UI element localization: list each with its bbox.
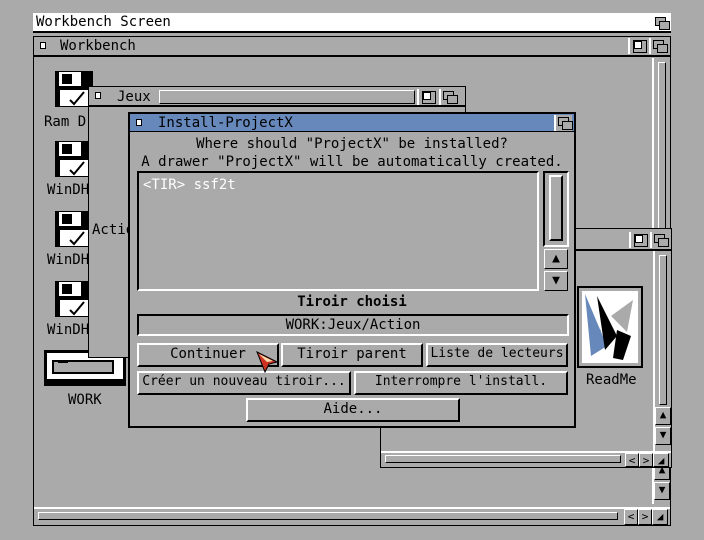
icon-label: WinDH bbox=[47, 252, 90, 268]
zoom-gadget[interactable] bbox=[417, 89, 436, 105]
install-dialog: Install-ProjectX Where should "ProjectX"… bbox=[128, 112, 576, 428]
scroll-down-arrow-icon[interactable]: ▼ bbox=[655, 427, 671, 445]
icon-label: WinDH bbox=[47, 322, 90, 338]
abort-install-button[interactable]: Interrompre l'install. bbox=[354, 371, 568, 395]
install-note: A drawer "ProjectX" will be automaticall… bbox=[141, 154, 563, 170]
depth-gadget[interactable] bbox=[650, 232, 669, 248]
list-item[interactable]: <TIR> ssf2t bbox=[143, 177, 236, 193]
jeux-title-bar[interactable]: Jeux bbox=[89, 87, 465, 107]
scroll-left-arrow-icon[interactable]: < bbox=[624, 509, 638, 525]
scroll-knob[interactable] bbox=[659, 255, 667, 405]
close-icon[interactable] bbox=[91, 88, 105, 104]
zoom-gadget[interactable] bbox=[629, 232, 648, 248]
scroll-right-arrow-icon[interactable]: > bbox=[639, 453, 653, 467]
mouse-pointer-icon bbox=[256, 350, 279, 374]
help-button[interactable]: Aide... bbox=[246, 398, 460, 422]
screen-depth-gadget[interactable] bbox=[651, 15, 670, 31]
close-icon[interactable] bbox=[36, 38, 50, 54]
drive-list-button[interactable]: Liste de lecteurs bbox=[426, 343, 568, 367]
background-window-bottom-scrollbar[interactable]: < > ◢ bbox=[381, 451, 671, 467]
new-drawer-button[interactable]: Créer un nouveau tiroir... bbox=[137, 371, 351, 395]
screen-title-bar[interactable]: Workbench Screen bbox=[33, 13, 671, 33]
install-question: Where should "ProjectX" be installed? bbox=[196, 136, 508, 152]
icon-label: WORK bbox=[68, 392, 102, 408]
depth-gadget[interactable] bbox=[649, 38, 668, 54]
dialog-title: Install-ProjectX bbox=[158, 115, 293, 131]
workbench-title-bar[interactable]: Workbench bbox=[34, 37, 670, 57]
zoom-gadget[interactable] bbox=[628, 38, 647, 54]
resize-icon[interactable]: ◢ bbox=[653, 453, 669, 467]
title-drag-bar[interactable] bbox=[159, 90, 415, 104]
icon-label: ReadMe bbox=[586, 372, 637, 388]
workbench-title: Workbench bbox=[60, 38, 136, 54]
chosen-drawer-value: WORK:Jeux/Action bbox=[285, 317, 421, 333]
horizontal-knob[interactable] bbox=[38, 512, 618, 520]
scroll-up-arrow-icon[interactable]: ▲ bbox=[544, 249, 568, 269]
scroll-down-arrow-icon[interactable]: ▼ bbox=[544, 271, 568, 291]
icon-label: Ram D bbox=[44, 114, 87, 130]
background-window-right-scrollbar[interactable]: ▲ ▼ bbox=[653, 251, 671, 451]
scroll-knob[interactable] bbox=[549, 175, 563, 241]
close-icon[interactable] bbox=[132, 115, 146, 131]
resize-icon[interactable]: ◢ bbox=[652, 509, 668, 525]
parent-drawer-button[interactable]: Tiroir parent bbox=[281, 343, 423, 367]
list-scrollbar[interactable] bbox=[543, 171, 569, 247]
scroll-down-arrow-icon[interactable]: ▼ bbox=[654, 482, 670, 500]
scroll-up-arrow-icon[interactable]: ▲ bbox=[655, 407, 671, 425]
depth-gadget[interactable] bbox=[439, 89, 458, 105]
drawer-list[interactable]: <TIR> ssf2t bbox=[137, 171, 539, 291]
depth-gadget[interactable] bbox=[554, 115, 573, 131]
readme-icon[interactable] bbox=[577, 286, 643, 368]
screen-title: Workbench Screen bbox=[36, 14, 171, 30]
icon-label: WinDH bbox=[47, 182, 90, 198]
dialog-title-bar[interactable]: Install-ProjectX bbox=[130, 114, 574, 132]
chosen-drawer-label: Tiroir choisi bbox=[297, 294, 407, 310]
chosen-drawer-field[interactable]: WORK:Jeux/Action bbox=[137, 314, 569, 336]
workbench-bottom-scrollbar[interactable]: < > ◢ bbox=[34, 507, 670, 525]
jeux-title: Jeux bbox=[117, 89, 151, 105]
scroll-right-arrow-icon[interactable]: > bbox=[638, 509, 652, 525]
scroll-left-arrow-icon[interactable]: < bbox=[625, 453, 639, 467]
horizontal-knob[interactable] bbox=[385, 455, 621, 463]
